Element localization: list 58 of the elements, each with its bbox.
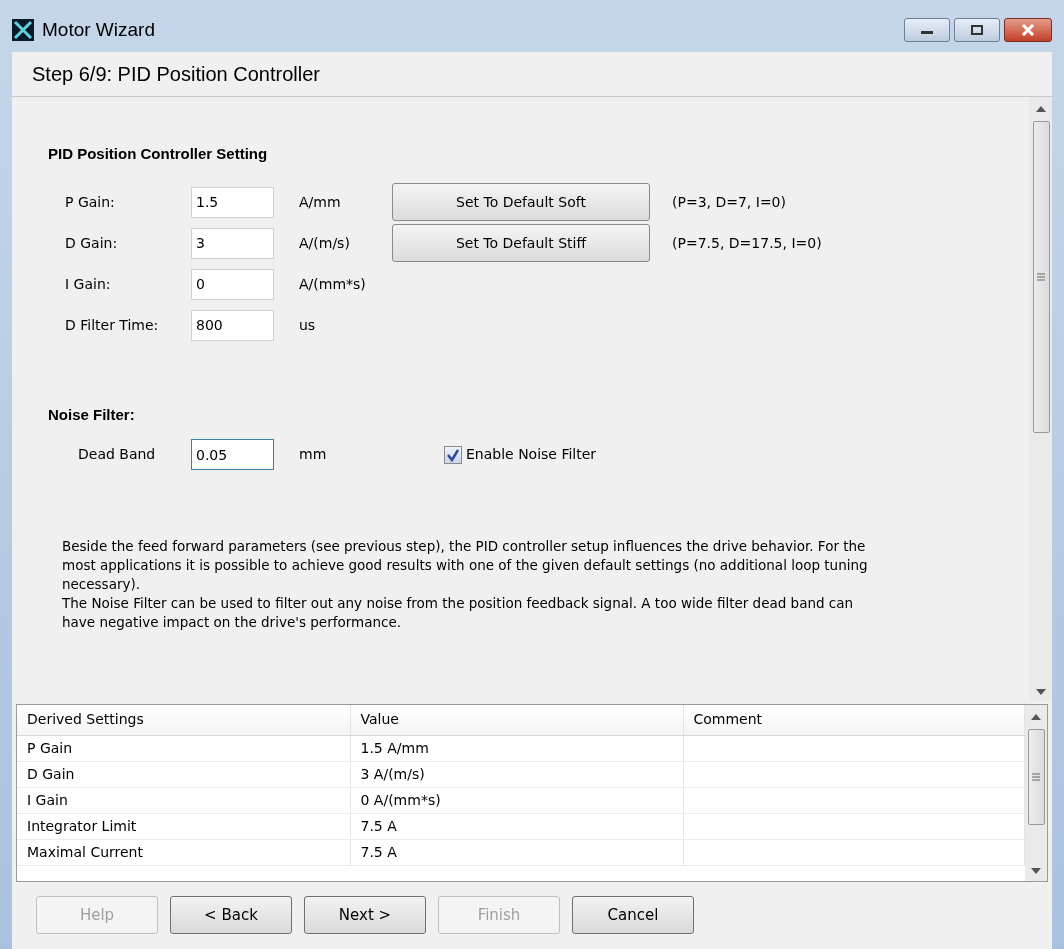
field-label: D Filter Time: bbox=[64, 315, 160, 335]
minimize-button[interactable] bbox=[904, 18, 950, 42]
input-field[interactable]: 800 bbox=[191, 309, 274, 341]
wizard-button[interactable]: Cancel bbox=[572, 896, 694, 934]
app-logo-icon bbox=[12, 19, 34, 41]
checkmark-icon bbox=[446, 447, 460, 462]
description-text: The Noise Filter can be used to filter out any noise from the position feedback signal. A too wide filter dead band can have negative impact on the drive's performance. bbox=[61, 593, 855, 632]
grip-icon bbox=[1032, 773, 1040, 781]
field-label: Dead Band bbox=[77, 445, 157, 464]
checkbox[interactable] bbox=[444, 445, 462, 464]
hint-text: (P=7.5, D=17.5, I=0) bbox=[671, 233, 822, 253]
field-label: I Gain: bbox=[64, 274, 112, 294]
default-button[interactable]: Set To Default Stiff bbox=[392, 224, 650, 262]
table-cell: Integrator Limit bbox=[17, 813, 350, 839]
wizard-button[interactable]: < Back bbox=[170, 896, 292, 934]
input-field[interactable]: 1.5 bbox=[191, 186, 274, 218]
unit-label: us bbox=[298, 315, 317, 335]
table-cell: 7.5 A bbox=[350, 813, 683, 839]
scrollbar[interactable] bbox=[1030, 97, 1052, 702]
wizard-button[interactable]: Next > bbox=[304, 896, 426, 934]
table-cell: Maximal Current bbox=[17, 839, 350, 865]
step-title: Step 6/9: PID Position Controller bbox=[12, 52, 1052, 97]
unit-label: A/mm bbox=[298, 192, 342, 212]
checkbox-label: Enable Noise Filter bbox=[466, 445, 597, 464]
table-cell: P Gain bbox=[17, 735, 350, 761]
down-arrow-icon bbox=[1031, 867, 1041, 875]
field-label: D Gain: bbox=[64, 233, 119, 253]
window-title: Motor Wizard bbox=[42, 17, 155, 42]
grip-icon bbox=[1037, 273, 1045, 281]
unit-label: mm bbox=[298, 445, 328, 464]
maximize-icon bbox=[971, 25, 983, 35]
table-cell: 7.5 A bbox=[350, 839, 683, 865]
up-arrow-icon bbox=[1031, 713, 1041, 721]
input-field[interactable]: 0 bbox=[191, 268, 274, 300]
column-header[interactable]: Derived Settings bbox=[17, 705, 350, 735]
column-header[interactable]: Value bbox=[350, 705, 683, 735]
table-cell: 0 A/(mm*s) bbox=[350, 787, 683, 813]
table-cell: D Gain bbox=[17, 761, 350, 787]
input-field[interactable]: 3 bbox=[191, 227, 274, 259]
unit-label: A/(m/s) bbox=[298, 233, 351, 253]
table-cell: 1.5 A/mm bbox=[350, 735, 683, 761]
up-arrow-icon bbox=[1036, 105, 1046, 113]
section-title: Noise Filter: bbox=[48, 404, 136, 425]
unit-label: A/(mm*s) bbox=[298, 274, 367, 294]
column-header[interactable]: Comment bbox=[683, 705, 1025, 735]
table-cell: I Gain bbox=[17, 787, 350, 813]
close-button[interactable] bbox=[1004, 18, 1052, 42]
table-cell: 3 A/(m/s) bbox=[350, 761, 683, 787]
hint-text: (P=3, D=7, I=0) bbox=[671, 192, 786, 212]
input-field[interactable]: 0.05 bbox=[191, 439, 274, 470]
maximize-button[interactable] bbox=[954, 18, 1000, 42]
scrollbar[interactable] bbox=[1025, 705, 1047, 881]
field-label: P Gain: bbox=[64, 192, 116, 212]
down-arrow-icon bbox=[1036, 688, 1046, 696]
default-button[interactable]: Set To Default Soft bbox=[392, 183, 650, 221]
close-icon bbox=[1021, 24, 1035, 36]
section-title: PID Position Controller Setting bbox=[48, 144, 269, 164]
description-text: Beside the feed forward parameters (see previous step), the PID controller setup influences the drive behavior. For the most applications it is possible to achieve good results with one of the given default settings (no additional loop tuning necessary). bbox=[61, 537, 869, 594]
